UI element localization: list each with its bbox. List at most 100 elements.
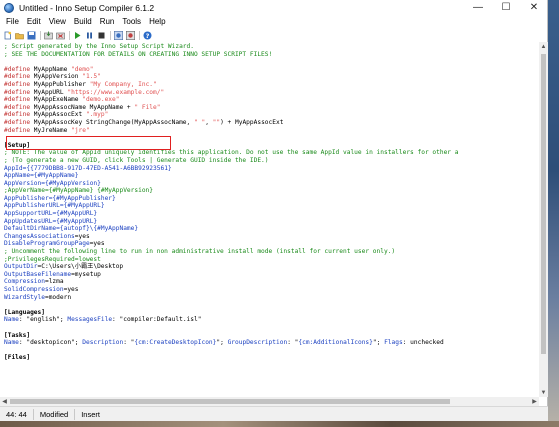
code-line[interactable] xyxy=(4,324,458,332)
code-line[interactable]: [Tasks] xyxy=(4,332,458,340)
code-line[interactable]: #define MyAppAssocKey StringChange(MyApp… xyxy=(4,119,458,127)
code-line[interactable]: ; NOTE: The value of AppId uniquely iden… xyxy=(4,149,458,157)
code-line[interactable]: ; SEE THE DOCUMENTATION FOR DETAILS ON C… xyxy=(4,51,458,59)
title-bar[interactable]: Untitled - Inno Setup Compiler 6.1.2 — ☐… xyxy=(0,0,548,15)
scroll-left-icon[interactable]: ◀ xyxy=(0,397,9,406)
code-line[interactable] xyxy=(4,347,458,355)
script-text[interactable]: ; Script generated by the Inno Setup Scr… xyxy=(4,43,458,362)
help-icon[interactable]: ? xyxy=(143,31,152,40)
target-icon[interactable] xyxy=(114,30,123,40)
code-line[interactable]: #define MyAppAssocName MyAppName + " Fil… xyxy=(4,104,458,112)
horizontal-scroll-thumb[interactable] xyxy=(10,399,450,404)
code-line[interactable]: #define MyAppExeName "demo.exe" xyxy=(4,96,458,104)
code-line[interactable]: ; (To generate a new GUID, click Tools |… xyxy=(4,157,458,165)
pause-icon[interactable] xyxy=(85,31,94,40)
code-line[interactable]: DefaultDirName={autopf}\{#MyAppName} xyxy=(4,225,458,233)
code-token: OutputBaseFilename xyxy=(4,270,72,278)
code-token: MyAppVersion xyxy=(30,73,83,81)
code-line[interactable]: WizardStyle=modern xyxy=(4,294,458,302)
code-line[interactable]: AppPublisher={#MyAppPublisher} xyxy=(4,195,458,203)
vertical-scrollbar[interactable]: ▲ ▼ xyxy=(539,42,548,397)
maximize-button[interactable]: ☐ xyxy=(492,0,520,15)
code-token: AppId xyxy=(4,164,23,172)
code-token: AppName xyxy=(4,172,31,180)
code-token: #define xyxy=(4,88,31,96)
code-token: ={{7779DBB8-917D-47ED-A541-A6BB92923561} xyxy=(22,164,172,172)
compile-icon[interactable] xyxy=(44,31,53,40)
close-button[interactable]: ✕ xyxy=(520,0,548,15)
code-token: "jre" xyxy=(71,126,90,134)
code-line[interactable]: ChangesAssociations=yes xyxy=(4,233,458,241)
scroll-up-icon[interactable]: ▲ xyxy=(539,42,548,51)
code-token: #define xyxy=(4,103,31,111)
code-line[interactable]: ; Uncomment the following line to run in… xyxy=(4,248,458,256)
code-line[interactable]: SolidCompression=yes xyxy=(4,286,458,294)
minimize-button[interactable]: — xyxy=(464,0,492,15)
code-line[interactable]: AppVersion={#MyAppVersion} xyxy=(4,180,458,188)
code-token: #define xyxy=(4,111,31,119)
code-token: AppVersion xyxy=(4,179,42,187)
code-token: #define xyxy=(4,73,31,81)
code-token: =yes xyxy=(89,240,105,248)
code-editor[interactable]: ; Script generated by the Inno Setup Scr… xyxy=(0,42,548,397)
code-line[interactable]: Name: "desktopicon"; Description: "{cm:C… xyxy=(4,339,458,347)
desktop-background xyxy=(548,0,559,427)
code-token: : " xyxy=(287,339,299,347)
code-line[interactable]: AppPublisherURL={#MyAppURL} xyxy=(4,202,458,210)
code-line[interactable]: OutputBaseFilename=mysetup xyxy=(4,271,458,279)
run-icon[interactable] xyxy=(73,31,82,40)
menu-build[interactable]: Build xyxy=(70,17,96,26)
code-line[interactable]: ; Script generated by the Inno Setup Scr… xyxy=(4,43,458,51)
code-line[interactable]: #define MyAppURL "https://www.example.co… xyxy=(4,89,458,97)
save-icon[interactable] xyxy=(27,31,36,40)
code-line[interactable]: AppName={#MyAppName} xyxy=(4,172,458,180)
open-icon[interactable] xyxy=(15,31,24,40)
code-token: #define xyxy=(4,65,31,73)
code-line[interactable]: [Languages] xyxy=(4,309,458,317)
code-line[interactable]: DisableProgramGroupPage=yes xyxy=(4,240,458,248)
code-token: ; SEE THE DOCUMENTATION FOR DETAILS ON C… xyxy=(4,50,273,58)
code-line[interactable]: #define MyAppAssocExt ".myp" xyxy=(4,111,458,119)
scroll-down-icon[interactable]: ▼ xyxy=(539,388,548,397)
menu-tools[interactable]: Tools xyxy=(118,17,145,26)
code-line[interactable]: AppId={{7779DBB8-917D-47ED-A541-A6BB9292… xyxy=(4,165,458,173)
code-line[interactable]: #define MyAppVersion "1.5" xyxy=(4,73,458,81)
code-token: MyAppPublisher xyxy=(30,80,90,88)
modified-indicator: Modified xyxy=(34,408,76,420)
inno-setup-icon xyxy=(4,2,14,13)
code-line[interactable] xyxy=(4,301,458,309)
code-line[interactable]: #define MyAppPublisher "My Company, Inc.… xyxy=(4,81,458,89)
code-line[interactable]: OutputDir=C:\Users\小霸王\Desktop xyxy=(4,263,458,271)
code-line[interactable]: #define MyJreName "jre" xyxy=(4,127,458,135)
code-line[interactable]: Name: "english"; MessagesFile: "compiler… xyxy=(4,316,458,324)
code-line[interactable]: #define MyAppName "demo" xyxy=(4,66,458,74)
vertical-scroll-thumb[interactable] xyxy=(541,54,546,354)
code-line[interactable] xyxy=(4,58,458,66)
menu-file[interactable]: File xyxy=(2,17,23,26)
code-line[interactable]: Compression=lzma xyxy=(4,278,458,286)
code-line[interactable]: AppSupportURL={#MyAppURL} xyxy=(4,210,458,218)
code-token: "; xyxy=(372,339,385,347)
code-token: AppPublisher xyxy=(4,194,49,202)
menu-help[interactable]: Help xyxy=(145,17,169,26)
terminate-icon[interactable] xyxy=(97,31,106,40)
code-token: {cm:CreateDesktopIcon} xyxy=(134,339,217,347)
code-line[interactable]: [Files] xyxy=(4,354,458,362)
scroll-right-icon[interactable]: ▶ xyxy=(530,397,539,406)
code-token: #define xyxy=(4,118,31,126)
debug-icon[interactable] xyxy=(126,30,135,40)
code-token: ; Script generated by the Inno Setup Scr… xyxy=(4,43,194,50)
horizontal-scrollbar[interactable]: ◀ ▶ xyxy=(0,397,539,406)
stop-compile-icon[interactable] xyxy=(56,31,65,40)
code-token: MyJreName xyxy=(30,126,72,134)
code-line[interactable]: AppUpdatesURL={#MyAppURL} xyxy=(4,218,458,226)
menu-view[interactable]: View xyxy=(45,17,70,26)
menu-edit[interactable]: Edit xyxy=(23,17,45,26)
code-token: ={#MyAppPublisher} xyxy=(48,194,116,202)
code-token: =modern xyxy=(44,293,72,301)
new-icon[interactable] xyxy=(3,31,12,40)
code-token: "; xyxy=(216,339,228,347)
code-token: AppUpdatesURL xyxy=(4,217,53,225)
menu-run[interactable]: Run xyxy=(96,17,119,26)
code-line[interactable]: ;AppVerName={#MyAppName} {#MyAppVersion} xyxy=(4,187,458,195)
